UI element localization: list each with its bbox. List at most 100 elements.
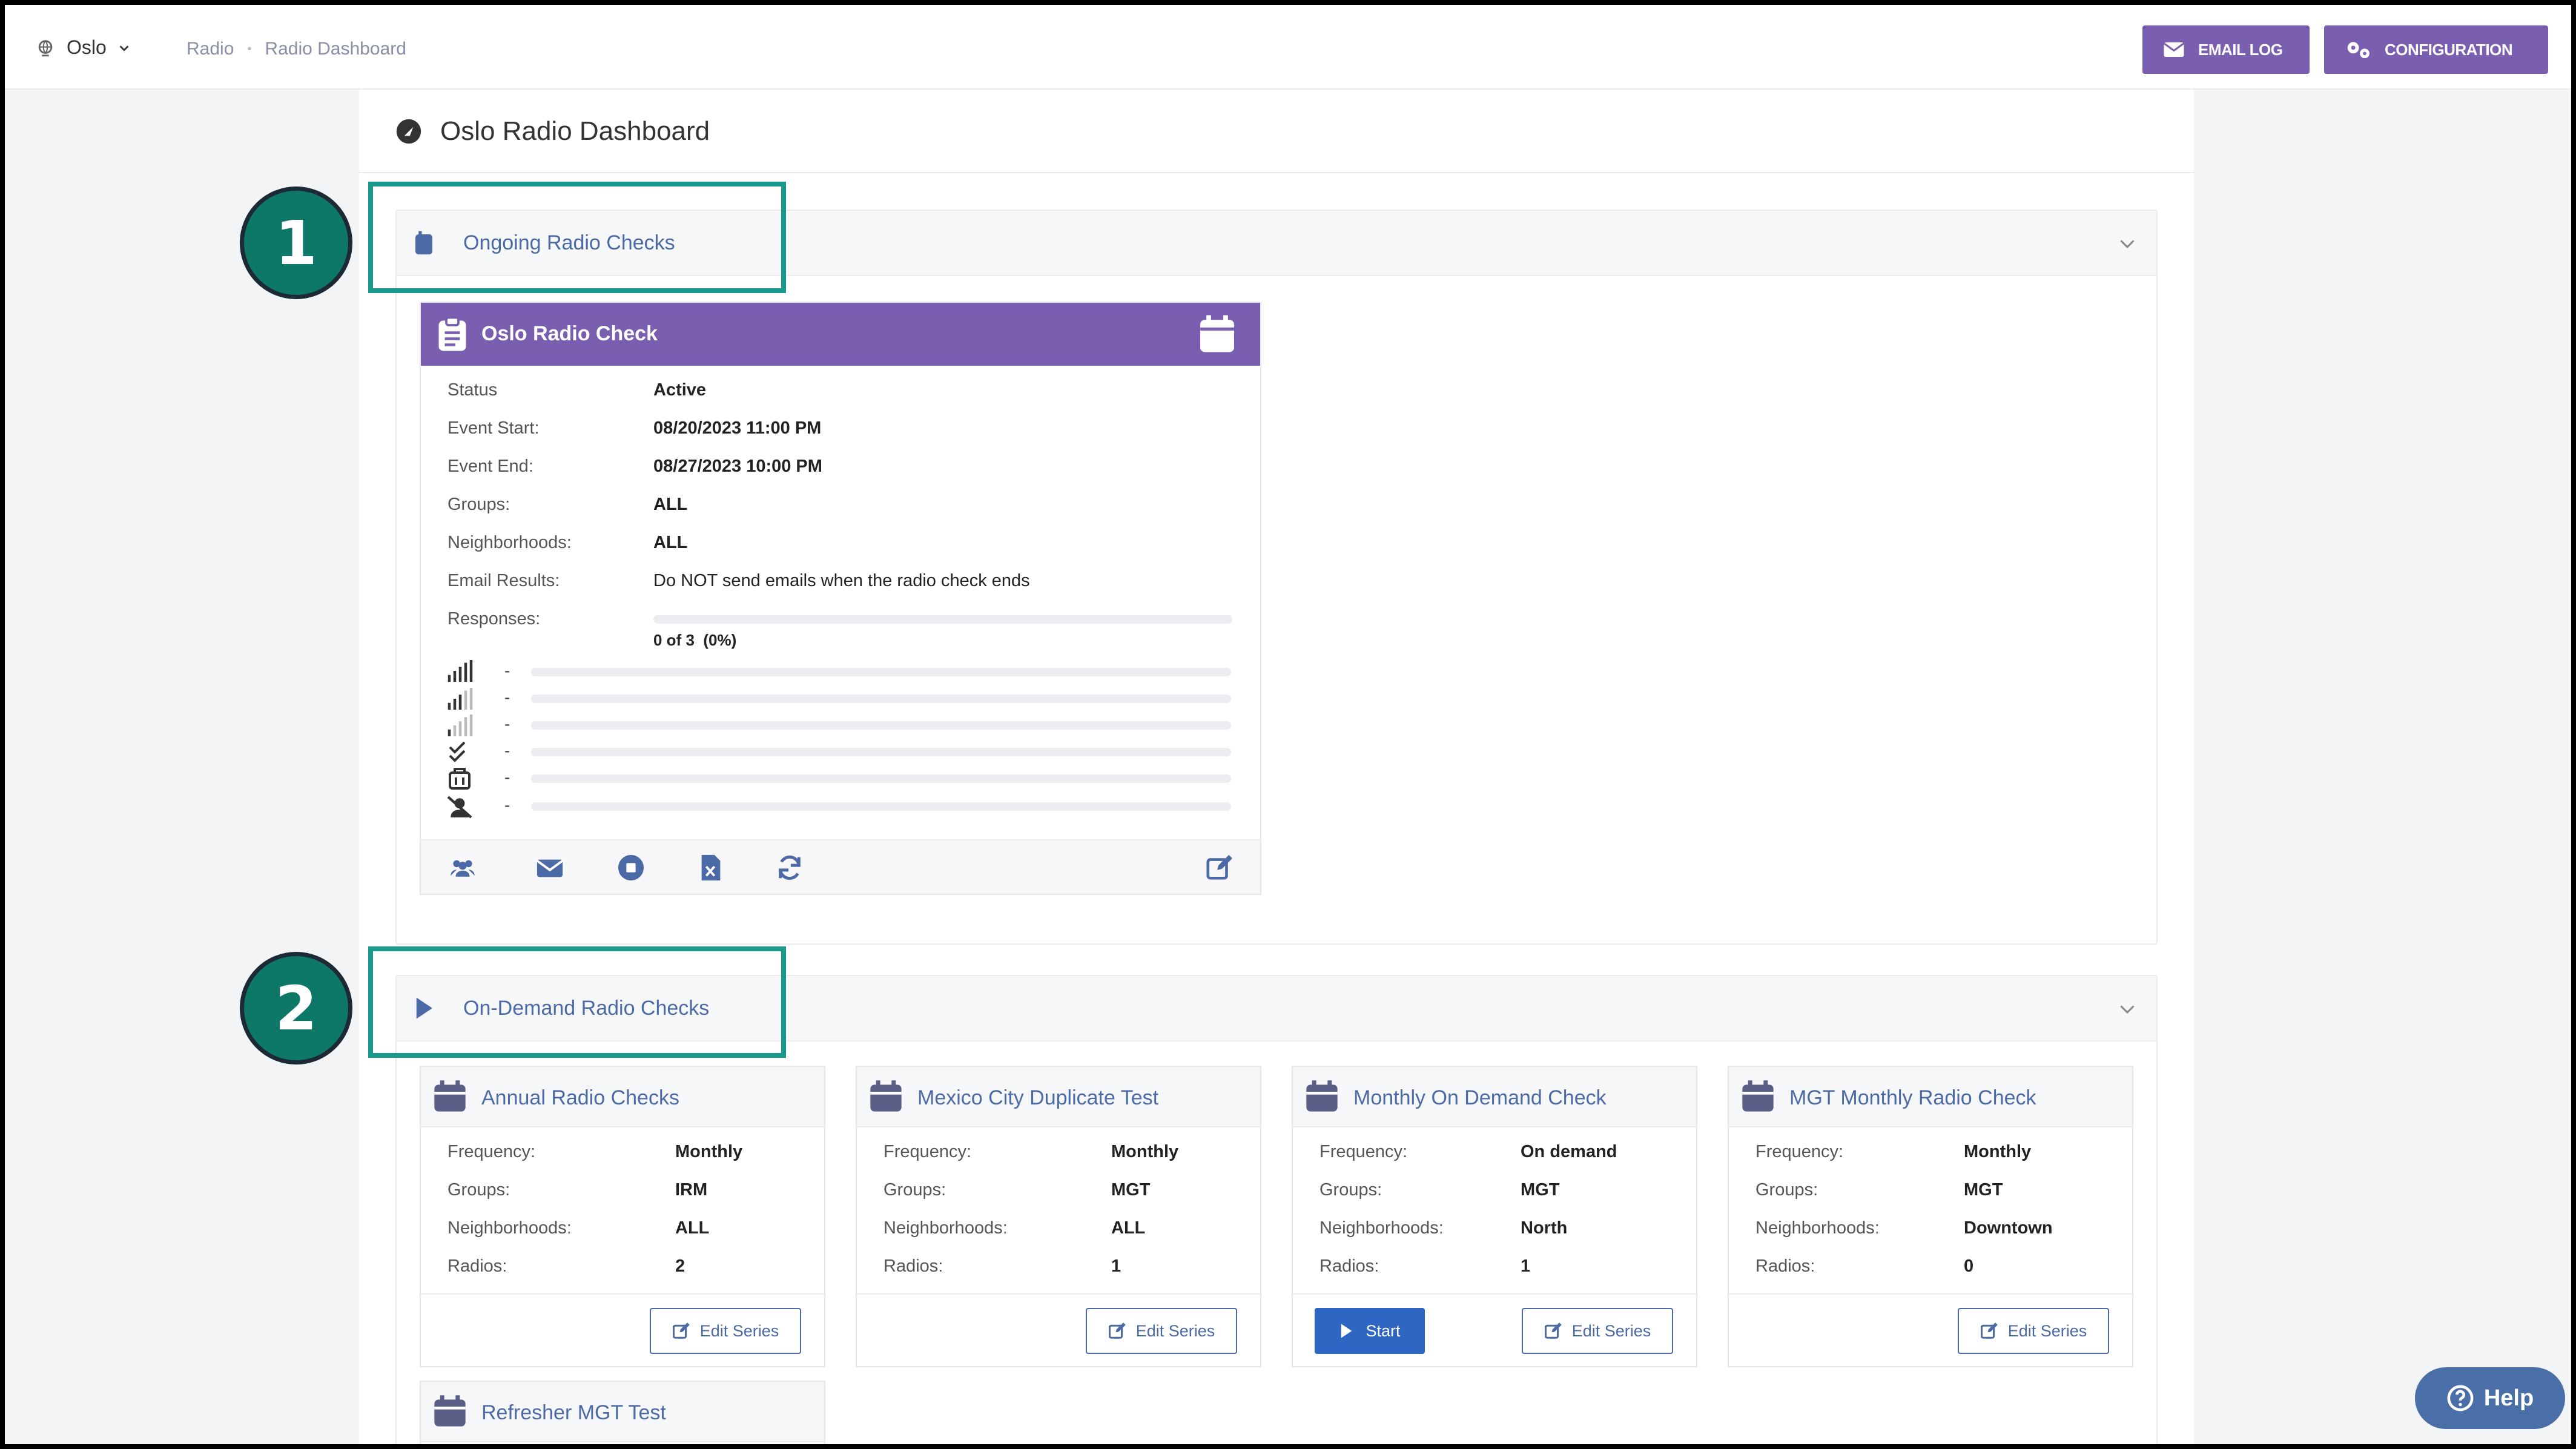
frequency-label: Frequency:: [1755, 1142, 1844, 1161]
app-frame: Oslo Radio • Radio Dashboard EMAIL LOG C…: [5, 5, 2571, 1444]
help-label: Help: [2483, 1385, 2534, 1411]
signal-strong-bar: [531, 668, 1231, 676]
help-button[interactable]: Help: [2415, 1367, 2565, 1429]
on-demand-card-title[interactable]: Refresher MGT Test: [481, 1401, 666, 1425]
breadcrumb-radio-dashboard: Radio Dashboard: [265, 39, 406, 59]
radios-label: Radios:: [883, 1256, 943, 1276]
email-results-label: Email Results:: [447, 571, 560, 590]
configuration-label: CONFIGURATION: [2385, 40, 2513, 59]
calendar-icon: [1742, 1080, 1774, 1112]
excel-export-icon[interactable]: [697, 854, 725, 882]
status-label: Status: [447, 380, 498, 400]
radios-value: 2: [675, 1256, 685, 1276]
on-demand-card: Mexico City Duplicate Test Frequency: Mo…: [856, 1066, 1261, 1367]
on-demand-card-title[interactable]: Mexico City Duplicate Test: [917, 1086, 1158, 1110]
groups-label: Groups:: [447, 1180, 510, 1200]
title-divider: [359, 172, 2194, 173]
on-demand-card-footer: Edit Series: [421, 1293, 824, 1366]
site-selector[interactable]: Oslo: [35, 36, 131, 59]
start-label: Start: [1366, 1321, 1401, 1340]
edit-icon[interactable]: [1206, 854, 1234, 882]
on-demand-card-title[interactable]: Monthly On Demand Check: [1353, 1086, 1607, 1110]
groups-label: Groups:: [447, 495, 510, 514]
signal-strong-icon: [447, 660, 473, 682]
frequency-label: Frequency:: [1319, 1142, 1408, 1161]
edit-series-button[interactable]: Edit Series: [1086, 1308, 1237, 1354]
on-demand-card-title[interactable]: MGT Monthly Radio Check: [1789, 1086, 2036, 1110]
responses-value: 0 of 3 (0%): [653, 631, 737, 649]
on-demand-card-footer: Edit Series: [1729, 1293, 2132, 1366]
chevron-down-icon[interactable]: [2116, 998, 2138, 1020]
edit-series-button[interactable]: Edit Series: [1958, 1308, 2109, 1354]
on-demand-card-header: Mexico City Duplicate Test: [857, 1067, 1260, 1127]
edit-series-button[interactable]: Edit Series: [1522, 1308, 1673, 1354]
radios-label: Radios:: [447, 1256, 507, 1276]
groups-label: Groups:: [1755, 1180, 1818, 1200]
groups-label: Groups:: [1319, 1180, 1382, 1200]
envelope-icon: [2163, 42, 2185, 57]
on-demand-card-header: MGT Monthly Radio Check: [1729, 1067, 2132, 1127]
email-log-button[interactable]: EMAIL LOG: [2142, 25, 2310, 74]
gears-icon: [2347, 42, 2370, 59]
no-response-bar: [531, 802, 1231, 811]
neighborhoods-row: Neighborhoods: ALL: [447, 533, 1235, 557]
start-button[interactable]: Start: [1315, 1308, 1425, 1354]
users-icon[interactable]: [449, 854, 477, 882]
signal-weak-icon: [447, 715, 473, 736]
edit-series-button[interactable]: Edit Series: [650, 1308, 801, 1354]
calendar-icon[interactable]: [1198, 314, 1236, 354]
annotation-badge-1: 1: [240, 186, 352, 299]
neighborhoods-value: ALL: [1111, 1218, 1146, 1238]
refresh-icon[interactable]: [776, 854, 804, 882]
frequency-value: Monthly: [1964, 1142, 2032, 1161]
envelope-icon[interactable]: [536, 854, 564, 882]
groups-label: Groups:: [883, 1180, 946, 1200]
radios-label: Radios:: [1755, 1256, 1815, 1276]
neighborhoods-value: North: [1521, 1218, 1568, 1238]
on-demand-card-footer: Edit Series: [857, 1293, 1260, 1366]
acknowledged-bar: [531, 748, 1231, 756]
stop-icon[interactable]: [617, 854, 645, 882]
event-start-label: Event Start:: [447, 418, 540, 438]
on-demand-card-header: Refresher MGT Test: [421, 1382, 824, 1442]
double-check-icon: [449, 741, 466, 762]
signal-medium-icon: [447, 688, 473, 710]
groups-value: MGT: [1964, 1180, 2003, 1200]
breadcrumb-separator: •: [247, 42, 252, 56]
acknowledged-count: -: [504, 741, 510, 760]
annotation-badge-2: 2: [240, 952, 352, 1064]
card-actions: [421, 839, 1260, 894]
on-demand-card-header: Monthly On Demand Check: [1293, 1067, 1696, 1127]
radios-value: 1: [1521, 1256, 1531, 1276]
dashboard-gauge-icon: [396, 119, 421, 144]
event-start-row: Event Start: 08/20/2023 11:00 PM: [447, 418, 1235, 443]
groups-value: IRM: [675, 1180, 708, 1200]
event-start-value: 08/20/2023 11:00 PM: [653, 418, 822, 438]
frequency-value: Monthly: [675, 1142, 743, 1161]
on-demand-card-footer: Start Edit Series: [1293, 1293, 1696, 1366]
email-results-value: Do NOT send emails when the radio check …: [653, 571, 1030, 590]
event-end-label: Event End:: [447, 457, 533, 476]
globe-icon: [38, 39, 53, 56]
responses-progress-bar: [653, 615, 1232, 624]
neighborhoods-label: Neighborhoods:: [883, 1218, 1008, 1238]
no-response-count: -: [504, 796, 510, 814]
breadcrumb-radio[interactable]: Radio: [187, 39, 234, 59]
configuration-button[interactable]: CONFIGURATION: [2324, 25, 2548, 74]
frequency-value: On demand: [1521, 1142, 1617, 1161]
groups-value: MGT: [1521, 1180, 1560, 1200]
chevron-down-icon: [119, 45, 129, 51]
email-results-row: Email Results: Do NOT send emails when t…: [447, 571, 1235, 595]
calendar-icon: [434, 1395, 466, 1427]
page-title-text: Oslo Radio Dashboard: [440, 116, 710, 146]
edit-icon: [1108, 1322, 1126, 1339]
radio-device-count: -: [504, 768, 510, 787]
status-value: Active: [653, 380, 707, 400]
edit-series-label: Edit Series: [699, 1321, 779, 1340]
radios-label: Radios:: [1319, 1256, 1379, 1276]
on-demand-card-title[interactable]: Annual Radio Checks: [481, 1086, 679, 1110]
annotation-highlight-1: [368, 182, 786, 293]
play-icon: [1341, 1324, 1352, 1338]
neighborhoods-label: Neighborhoods:: [447, 1218, 572, 1238]
chevron-down-icon[interactable]: [2116, 233, 2138, 254]
